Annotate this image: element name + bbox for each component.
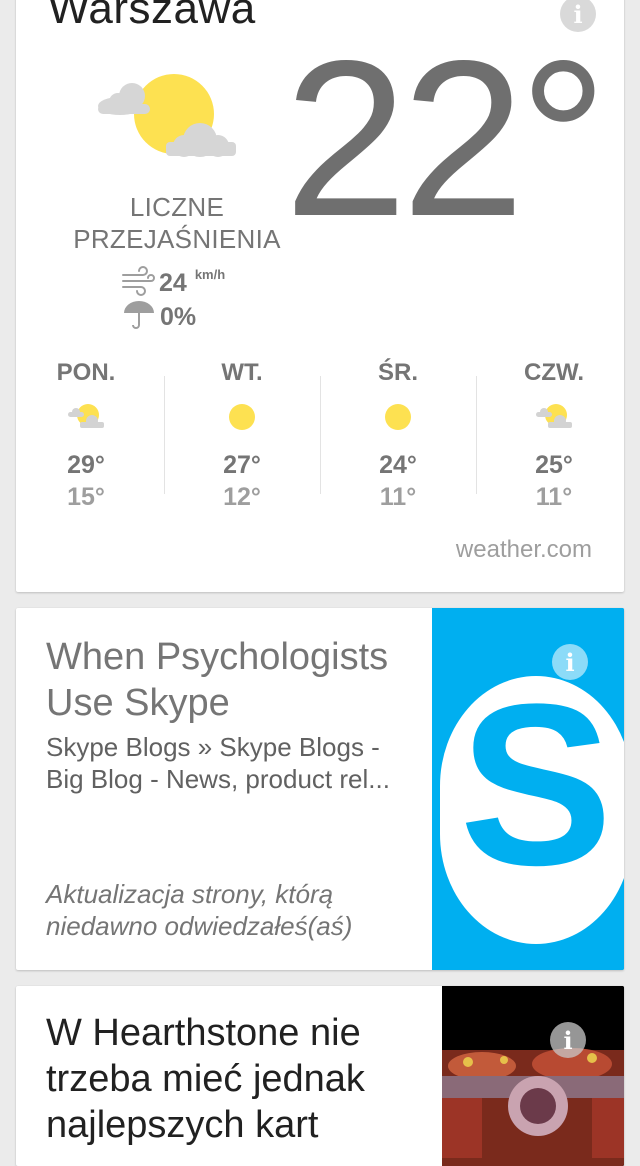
forecast-high: 25° [535, 451, 573, 479]
partly-cloudy-icon [484, 398, 624, 436]
forecast-low: 15° [67, 483, 105, 511]
sun-icon [328, 398, 468, 436]
wind-unit: km/h [194, 267, 226, 282]
article-note: Aktualizacja strony, którą niedawno odwi… [46, 879, 353, 941]
forecast-day-name: CZW. [524, 359, 584, 386]
city-name: Warszawa [48, 0, 256, 33]
forecast-day: ŚR. 24° 11° [328, 358, 468, 513]
article-source: Skype Blogs » Skype Blogs - Big Blog - N… [46, 732, 390, 794]
svg-text:S: S [459, 656, 612, 913]
forecast: PON. 29° 15° WT. 27° 12° ŚR. 24° 11° CZW… [16, 358, 624, 511]
forecast-low: 11° [535, 483, 573, 511]
wind-speed: 24 [159, 268, 187, 297]
condition-line-2: PRZEJAŚNIENIA [73, 224, 281, 254]
article-thumbnail: i [442, 986, 624, 1166]
umbrella-icon [122, 299, 156, 336]
precipitation-row: 0% [122, 300, 196, 334]
precipitation-value: 0% [160, 302, 197, 331]
forecast-day: WT. 27° 12° [172, 358, 312, 513]
article-card[interactable]: W Hearthstone nie trzeba mieć jednak naj… [16, 986, 624, 1166]
skype-logo-icon: S [432, 608, 624, 970]
weather-source-link[interactable]: weather.com [456, 536, 592, 564]
forecast-day-name: WT. [221, 359, 263, 386]
info-icon[interactable]: i [552, 644, 588, 680]
current-temperature: 22° [284, 15, 608, 263]
forecast-high: 29° [67, 451, 105, 479]
condition-line-1: LICZNE [129, 192, 225, 222]
article-thumbnail: S i [432, 608, 624, 970]
partly-cloudy-icon [16, 398, 156, 436]
forecast-low: 12° [223, 483, 261, 511]
article-title: W Hearthstone nie trzeba mieć jednak naj… [46, 1012, 365, 1146]
forecast-day-name: PON. [56, 359, 116, 386]
wind-icon [121, 265, 155, 301]
weather-card[interactable]: Warszawa i LICZNE PRZEJAŚNIENIA 24 km/h … [16, 0, 624, 592]
article-card[interactable]: When Psychologists Use Skype Skype Blogs… [16, 608, 624, 970]
forecast-day-name: ŚR. [377, 359, 418, 386]
wind-row: 24 km/h [121, 265, 225, 301]
forecast-divider [476, 376, 477, 494]
forecast-divider [320, 376, 321, 494]
forecast-day: PON. 29° 15° [16, 358, 156, 513]
partly-cloudy-icon [96, 74, 246, 169]
weather-condition: LICZNE PRZEJAŚNIENIA [44, 191, 310, 255]
sun-icon [172, 398, 312, 436]
forecast-divider [164, 376, 165, 494]
hearthstone-image-icon [442, 986, 624, 1166]
forecast-low: 11° [379, 483, 417, 511]
forecast-high: 27° [223, 451, 261, 479]
forecast-high: 24° [379, 451, 417, 479]
info-icon[interactable]: i [550, 1022, 586, 1058]
article-title: When Psychologists Use Skype [46, 636, 389, 724]
forecast-day: CZW. 25° 11° [484, 358, 624, 513]
